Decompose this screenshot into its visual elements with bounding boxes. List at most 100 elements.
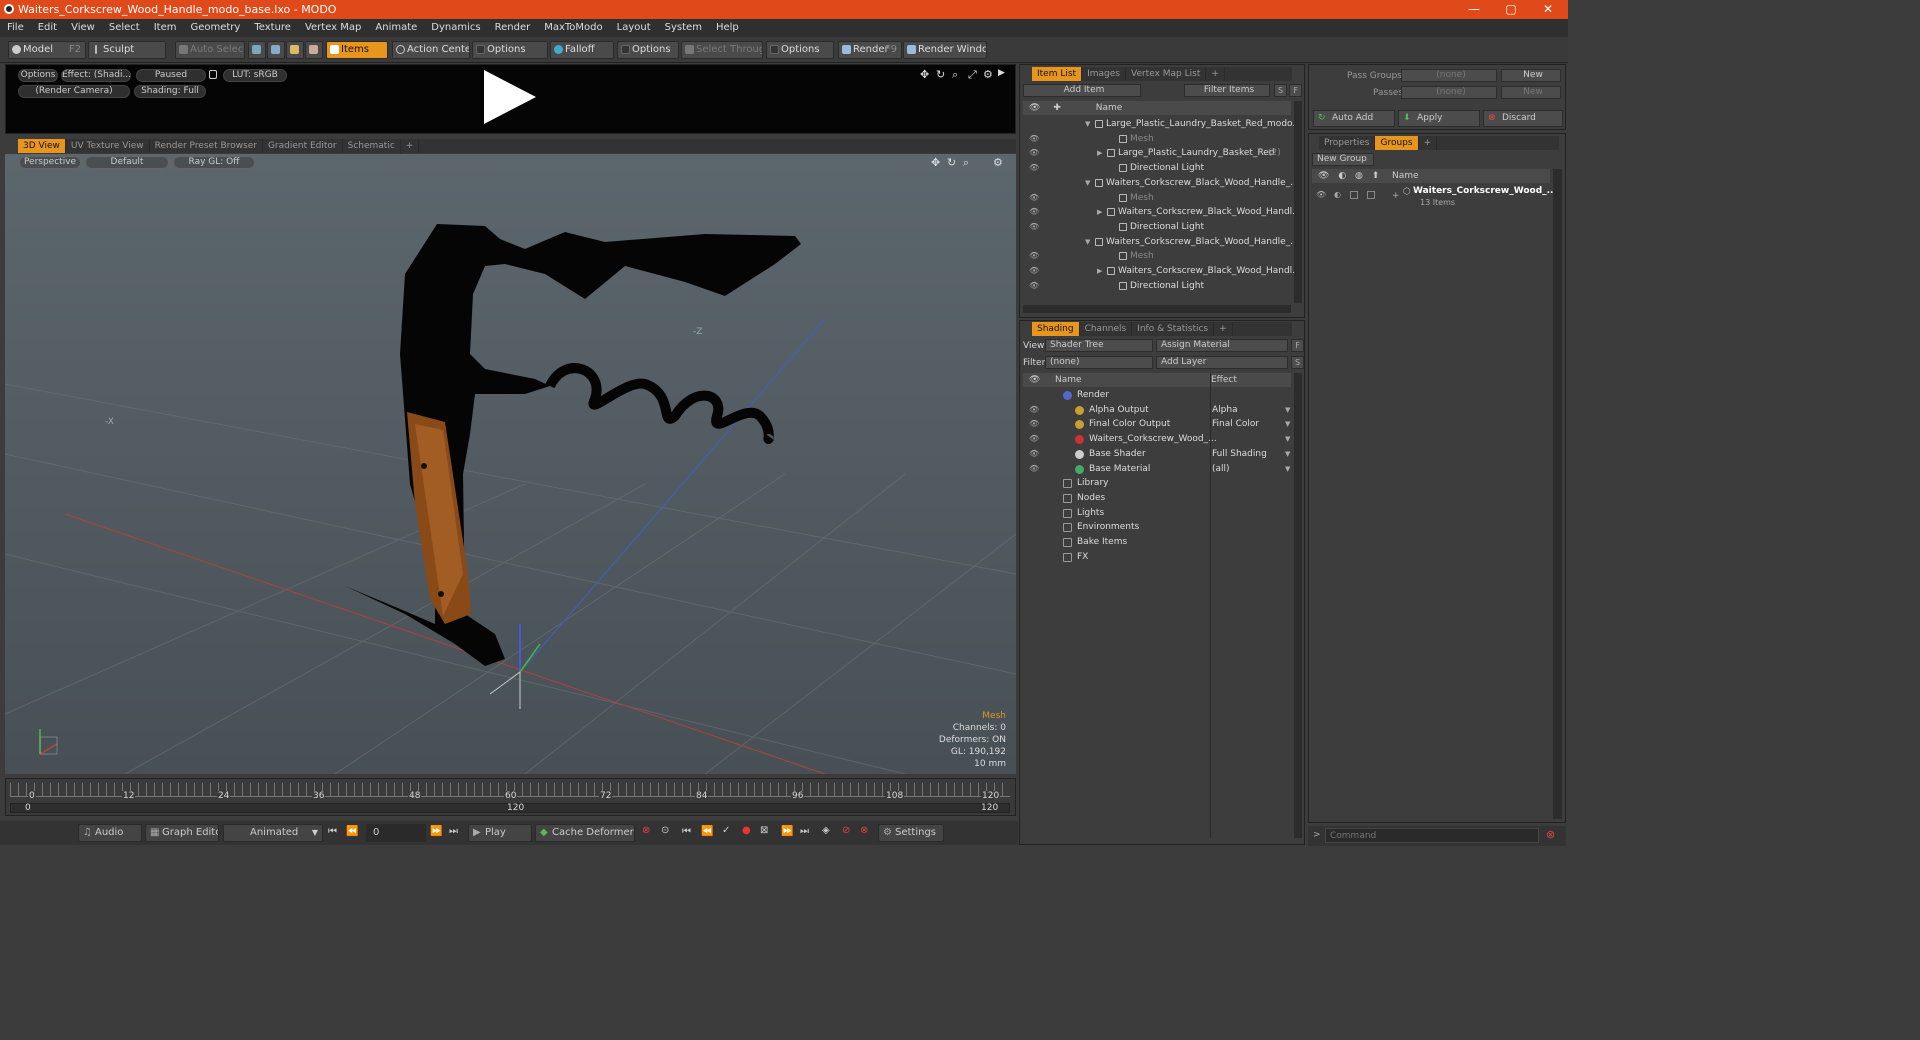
action-center-button[interactable]: Action Center (392, 41, 470, 59)
item-row[interactable]: ▼ Waiters_Corkscrew_Black_Wood_Handle_... (1023, 235, 1299, 250)
item-row[interactable]: ▼ Waiters_Corkscrew_Black_Wood_Handle_... (1023, 176, 1299, 191)
3d-viewport[interactable]: -Z -X Perspective Default Ray GL: Off ✥ … (5, 154, 1016, 774)
gear-icon[interactable]: ⚙ (983, 68, 993, 81)
assign-material-dropdown[interactable]: Assign Material (1156, 339, 1288, 352)
item-list-vscroll[interactable] (1294, 101, 1302, 303)
go-start-icon[interactable]: ⏮ (328, 826, 337, 837)
item-row[interactable]: 👁 ▶ Large_Plastic_Laundry_Basket_Red (2) (1023, 146, 1291, 161)
prev-key-icon[interactable]: ⏮ (682, 826, 691, 837)
item-row[interactable]: 👁 Directional Light (1023, 220, 1291, 235)
filter-items-input[interactable]: Filter Items (1184, 84, 1270, 97)
preview-paused-button[interactable]: Paused (136, 69, 206, 82)
tab-add-groups[interactable]: + (1419, 136, 1438, 150)
shader-row[interactable]: Environments (1023, 520, 1291, 535)
tab-properties[interactable]: Properties (1319, 136, 1376, 150)
shader-row[interactable]: 👁 Base Material (all) ▼ (1023, 462, 1291, 477)
tab-images[interactable]: Images (1082, 67, 1126, 81)
animated-dropdown[interactable]: Animated ▼ (223, 824, 323, 842)
timeline[interactable]: 0 12 24 36 48 60 72 84 96 108 120 0 120 … (5, 778, 1016, 816)
render-window-button[interactable]: Render Window (903, 41, 987, 59)
eye-icon[interactable]: 👁 (1029, 420, 1039, 428)
shader-row[interactable]: Render (1023, 388, 1291, 403)
groups-vscroll[interactable] (1553, 169, 1562, 819)
menu-texture[interactable]: Texture (247, 19, 298, 37)
polygon-mode-button[interactable] (286, 41, 304, 59)
maximize-button[interactable]: ▢ (1493, 0, 1529, 19)
menu-vertex-map[interactable]: Vertex Map (298, 19, 368, 37)
shader-row[interactable]: Lights (1023, 506, 1291, 521)
play-menu-icon[interactable]: ▶ (998, 68, 1005, 78)
eye-icon[interactable] (1029, 120, 1037, 128)
model-button[interactable]: Model F2 (8, 41, 86, 59)
item-row[interactable]: 👁 ▶ Waiters_Corkscrew_Black_Wood_Handl... (1023, 205, 1301, 220)
group-lock-toggle[interactable] (1350, 191, 1358, 199)
render-button[interactable]: Render F9 (838, 41, 902, 59)
tab-add-panel[interactable]: + (1206, 67, 1225, 81)
expand-arrow-icon[interactable]: ▼ (1085, 176, 1090, 191)
item-row[interactable]: 👁 Mesh (1023, 249, 1291, 264)
default-style-dropdown[interactable]: Default (85, 156, 169, 169)
tab-render-preset-browser[interactable]: Render Preset Browser (150, 139, 263, 153)
menu-system[interactable]: System (658, 19, 709, 37)
shading-dropdown[interactable]: Shading: Full (134, 85, 206, 98)
effect-dropdown[interactable]: (all) (1212, 462, 1230, 477)
range-bar[interactable]: 0 120 120 (10, 803, 1010, 813)
item-row[interactable]: 👁 Mesh (1023, 191, 1291, 206)
graph-editor-button[interactable]: ▦Graph Editor (145, 824, 219, 842)
expand-arrow-icon[interactable]: ▼ (1085, 117, 1090, 132)
shading-f-button[interactable]: F (1291, 339, 1304, 352)
edge-mode-button[interactable] (267, 41, 285, 59)
effect-dropdown[interactable]: Final Color (1212, 417, 1259, 432)
expand-icon[interactable]: ⤢ (968, 68, 977, 82)
menu-maxtomodo[interactable]: MaxToModo (537, 19, 609, 37)
passes-dropdown[interactable]: (none) (1401, 86, 1497, 99)
shader-row[interactable]: 👁 Waiters_Corkscrew_Wood_... ▼ (1023, 432, 1291, 447)
frame-input[interactable]: 0 (366, 824, 426, 842)
menu-select[interactable]: Select (102, 19, 147, 37)
shader-row[interactable]: Library (1023, 476, 1291, 491)
shading-filter-dropdown[interactable]: (none) (1045, 356, 1153, 369)
chevron-down-icon[interactable]: ▼ (1285, 462, 1290, 477)
preview-options-button[interactable]: Options (18, 69, 58, 82)
effect-dropdown[interactable]: Alpha (1212, 403, 1238, 418)
shader-row[interactable]: 👁 Final Color Output Final Color ▼ (1023, 417, 1291, 432)
key-filter-icon[interactable]: ⊘ (842, 825, 850, 836)
shader-row[interactable]: Nodes (1023, 491, 1291, 506)
item-list-s-button[interactable]: S (1274, 84, 1287, 97)
group-select-toggle[interactable] (1367, 191, 1375, 199)
audio-button[interactable]: ♫ Audio (78, 824, 142, 842)
prev-key2-icon[interactable]: ⏪ (701, 826, 713, 837)
action-center-options-button[interactable]: Options (472, 41, 548, 59)
select-through-options-button[interactable]: Options (766, 41, 834, 59)
step-back-icon[interactable]: ⏪ (346, 826, 358, 837)
settings-button[interactable]: ⚙ Settings (878, 824, 944, 842)
lock-icon[interactable] (209, 70, 217, 79)
move-icon[interactable]: ✥ (920, 68, 929, 81)
new-pass-button[interactable]: New (1501, 86, 1561, 99)
item-row[interactable]: 👁 Directional Light (1023, 161, 1291, 176)
add-layer-dropdown[interactable]: Add Layer (1156, 356, 1288, 369)
item-list-hscroll[interactable] (1023, 305, 1291, 313)
eye-icon[interactable]: 👁 (1029, 435, 1039, 443)
eye-icon[interactable]: 👁 (1029, 164, 1039, 172)
chevron-down-icon[interactable]: ▼ (1285, 432, 1290, 447)
viewport-zoom-icon[interactable]: ⌕ (963, 156, 969, 170)
cache-deformers-button[interactable]: ◆ Cache Deformers (535, 824, 635, 842)
key-icon[interactable]: ⊗ (642, 825, 650, 836)
tab-add-shading[interactable]: + (1214, 322, 1233, 336)
shader-tree-vscroll[interactable] (1294, 373, 1302, 838)
eye-icon[interactable]: 👁 (1029, 449, 1039, 458)
menu-dynamics[interactable]: Dynamics (424, 19, 487, 37)
shader-row[interactable]: Bake Items (1023, 535, 1291, 550)
item-list-f-button[interactable]: F (1289, 84, 1302, 97)
shader-row[interactable]: 👁 Base Shader Full Shading ▼ (1023, 447, 1291, 462)
viewport-rotate-icon[interactable]: ↻ (947, 156, 956, 169)
corkscrew-model[interactable] (345, 224, 801, 666)
record-icon[interactable]: ● (742, 825, 751, 836)
pass-groups-dropdown[interactable]: (none) (1401, 69, 1497, 82)
play-button[interactable]: ▶ Play (468, 824, 532, 842)
viewport-move-icon[interactable]: ✥ (931, 156, 940, 169)
set-key-icon[interactable]: ✓ (722, 825, 730, 836)
group-row[interactable]: 👁 ◐ + ⬡ Waiters_Corkscrew_Wood_... 13 It… (1312, 185, 1557, 215)
tab-3d-view[interactable]: 3D View (18, 139, 66, 153)
